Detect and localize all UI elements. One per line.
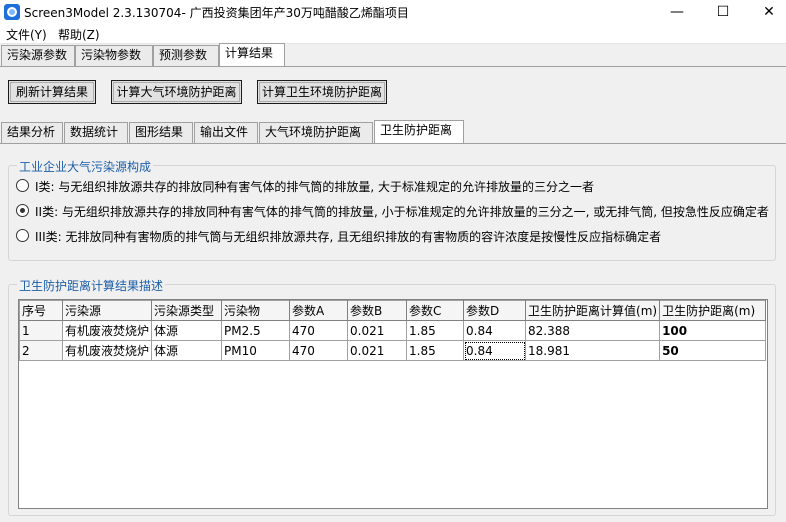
calc-health-distance-button[interactable]: 计算卫生环境防护距离: [257, 80, 387, 104]
tab-output-files[interactable]: 输出文件: [194, 122, 258, 143]
column-header-param-c[interactable]: 参数C: [406, 300, 465, 321]
minimize-button[interactable]: —: [654, 0, 700, 24]
cell-source-type[interactable]: 体源: [151, 320, 223, 341]
results-group-title: 卫生防护距离计算结果描述: [17, 277, 166, 294]
menu-bar: 文件(Y) 帮助(Z): [0, 24, 786, 44]
cell-pollutant[interactable]: PM10: [221, 340, 291, 361]
main-tab-strip: 污染源参数 污染物参数 预测参数 计算结果: [0, 43, 786, 67]
cell-param-d[interactable]: 0.84: [463, 340, 527, 361]
column-header-index[interactable]: 序号: [19, 300, 63, 321]
app-icon: [4, 4, 20, 20]
cell-param-b[interactable]: 0.021: [347, 320, 408, 341]
column-header-source-type[interactable]: 污染源类型: [151, 300, 223, 321]
column-header-param-b[interactable]: 参数B: [347, 300, 408, 321]
tab-pollutant-params[interactable]: 污染物参数: [75, 45, 153, 66]
tab-prediction-params[interactable]: 预测参数: [153, 45, 219, 66]
tab-atmos-distance[interactable]: 大气环境防护距离: [259, 122, 373, 143]
tab-health-distance[interactable]: 卫生防护距离: [374, 120, 464, 143]
cell-pollutant[interactable]: PM2.5: [221, 320, 291, 341]
title-bar: Screen3Model 2.3.130704- 广西投资集团年产30万吨醋酸乙…: [0, 0, 786, 24]
radio-circle-icon[interactable]: [16, 229, 29, 242]
cell-index[interactable]: 1: [19, 320, 63, 341]
menu-help[interactable]: 帮助(Z): [58, 26, 100, 43]
cell-index[interactable]: 2: [19, 340, 63, 361]
cell-param-d[interactable]: 0.84: [463, 320, 527, 341]
cell-param-b[interactable]: 0.021: [347, 340, 408, 361]
cell-source[interactable]: 有机废液焚烧炉: [61, 340, 153, 361]
cell-param-c[interactable]: 1.85: [406, 320, 465, 341]
radio-circle-icon[interactable]: [16, 179, 29, 192]
radio-class-2-label: II类: 与无组织排放源共存的排放同种有害气体的排气筒的排放量, 小于标准规定的…: [35, 205, 769, 219]
tab-analysis[interactable]: 结果分析: [1, 122, 63, 143]
radio-class-1-label: I类: 与无组织排放源共存的排放同种有害气体的排气筒的排放量, 大于标准规定的允…: [35, 180, 595, 194]
cell-param-a[interactable]: 470: [289, 340, 349, 361]
refresh-results-button[interactable]: 刷新计算结果: [8, 80, 96, 104]
table-header-row: 序号 污染源 污染源类型 污染物 参数A 参数B 参数C 参数D 卫生防护距离计…: [19, 300, 767, 321]
cell-param-a[interactable]: 470: [289, 320, 349, 341]
cell-source[interactable]: 有机废液焚烧炉: [61, 320, 153, 341]
cell-param-c[interactable]: 1.85: [406, 340, 465, 361]
source-composition-title: 工业企业大气污染源构成: [17, 158, 154, 175]
radio-class-3-label: III类: 无排放同种有害物质的排气筒与无组织排放源共存, 且无组织排放的有害物…: [35, 230, 662, 244]
tab-results[interactable]: 计算结果: [219, 43, 285, 66]
tab-graphic-results[interactable]: 图形结果: [129, 122, 193, 143]
results-table[interactable]: 序号 污染源 污染源类型 污染物 参数A 参数B 参数C 参数D 卫生防护距离计…: [18, 299, 768, 509]
close-button[interactable]: ✕: [746, 0, 786, 24]
menu-file[interactable]: 文件(Y): [6, 26, 47, 43]
column-header-param-a[interactable]: 参数A: [289, 300, 349, 321]
table-row[interactable]: 2 有机废液焚烧炉 体源 PM10 470 0.021 1.85 0.84 18…: [19, 340, 767, 361]
cell-source-type[interactable]: 体源: [151, 340, 223, 361]
column-header-distance[interactable]: 卫生防护距离(m): [659, 300, 767, 321]
cell-calc-distance[interactable]: 18.981: [525, 340, 661, 361]
column-header-source[interactable]: 污染源: [61, 300, 153, 321]
cell-distance[interactable]: 100: [659, 320, 767, 341]
cell-distance[interactable]: 50: [659, 340, 767, 361]
result-tab-strip: 结果分析 数据统计 图形结果 输出文件 大气环境防护距离 卫生防护距离: [0, 120, 786, 144]
column-header-pollutant[interactable]: 污染物: [221, 300, 291, 321]
table-row[interactable]: 1 有机废液焚烧炉 体源 PM2.5 470 0.021 1.85 0.84 8…: [19, 320, 767, 341]
cell-calc-distance[interactable]: 82.388: [525, 320, 661, 341]
window-title: Screen3Model 2.3.130704- 广西投资集团年产30万吨醋酸乙…: [24, 6, 409, 20]
radio-circle-checked-icon[interactable]: [16, 204, 29, 217]
calc-atmos-distance-button[interactable]: 计算大气环境防护距离: [111, 80, 242, 104]
column-header-calc-distance[interactable]: 卫生防护距离计算值(m): [525, 300, 661, 321]
tab-statistics[interactable]: 数据统计: [64, 122, 128, 143]
column-header-param-d[interactable]: 参数D: [463, 300, 527, 321]
tab-source-params[interactable]: 污染源参数: [1, 45, 75, 66]
maximize-button[interactable]: ☐: [700, 0, 746, 24]
